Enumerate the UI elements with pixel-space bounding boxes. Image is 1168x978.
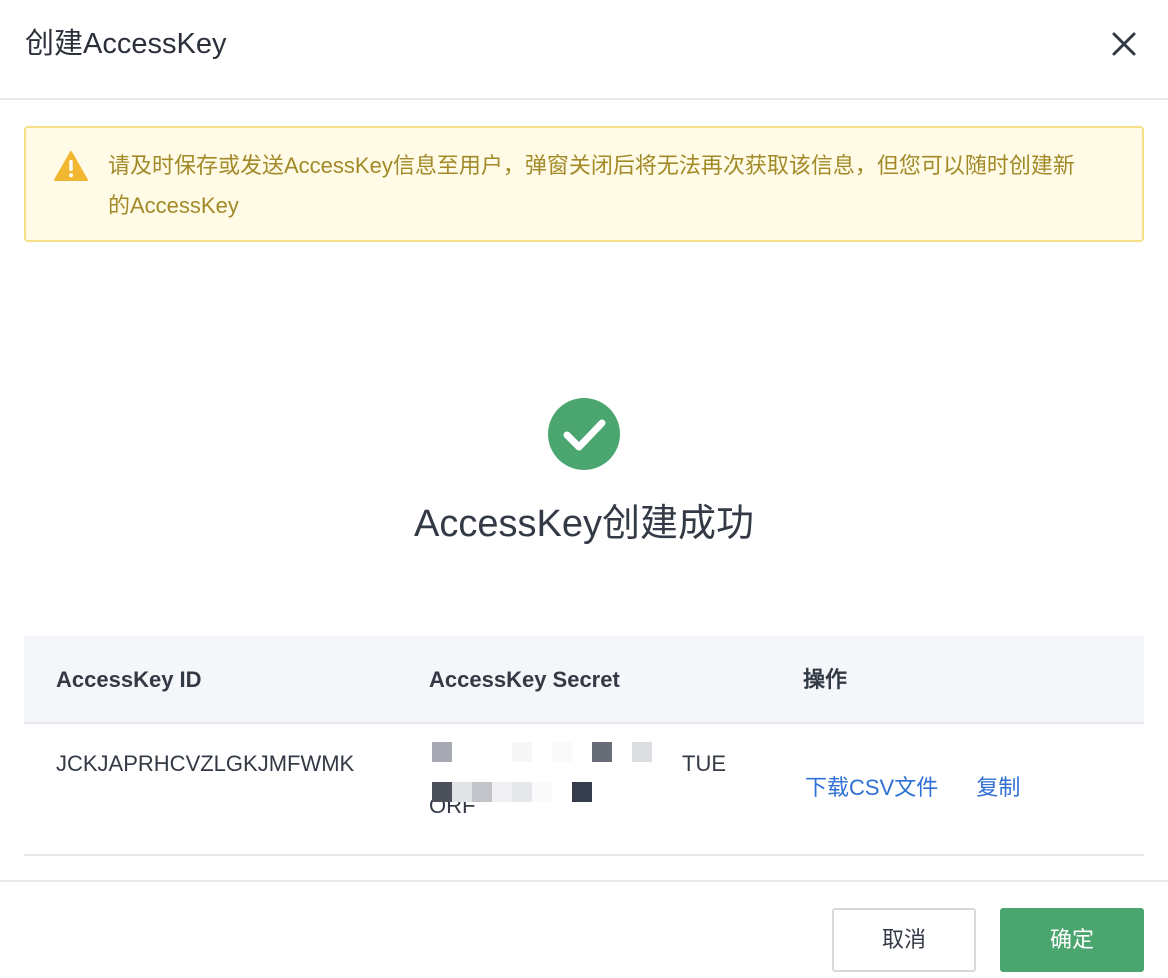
redaction-pixel (592, 742, 612, 762)
dialog-header: 创建AccessKey (0, 0, 1168, 100)
column-header-actions: 操作 (803, 667, 848, 692)
redaction-pixel (552, 742, 572, 762)
create-accesskey-dialog: 创建AccessKey 请及时保存或发送AccessKey信息至用户，弹窗关闭后… (0, 0, 1168, 978)
redaction-pixel (512, 782, 532, 802)
accesskey-secret-value: TUE ORF (429, 742, 729, 834)
redaction-pixel (452, 782, 472, 802)
redaction-pixel (512, 742, 532, 762)
dialog-title: 创建AccessKey (25, 28, 227, 60)
secret-visible-fragment: TUE (682, 751, 726, 776)
table-row: JCKJAPRHCVZLGKJMFWMK TUE ORF 下载CSV文件 复制 (24, 724, 1144, 856)
close-button[interactable] (1106, 26, 1142, 62)
row-actions: 下载CSV文件 复制 (805, 768, 1052, 808)
redaction-pixel (492, 782, 512, 802)
download-csv-link[interactable]: 下载CSV文件 (805, 775, 938, 800)
warning-text: 请及时保存或发送AccessKey信息至用户，弹窗关闭后将无法再次获取该信息，但… (108, 153, 1075, 218)
accesskey-id-value: JCKJAPRHCVZLGKJMFWMK (56, 751, 355, 776)
redaction-pixel (572, 782, 592, 802)
warning-alert: 请及时保存或发送AccessKey信息至用户，弹窗关闭后将无法再次获取该信息，但… (24, 126, 1144, 242)
dialog-footer: 取消 确定 (0, 880, 1168, 978)
redaction-pixel (532, 782, 552, 802)
check-circle-icon (548, 398, 620, 470)
close-icon (1112, 32, 1136, 56)
redaction-pixel (432, 742, 452, 762)
warning-icon (54, 151, 88, 181)
redaction-pixel (632, 742, 652, 762)
confirm-button[interactable]: 确定 (1000, 908, 1144, 972)
column-header-accesskey-id: AccessKey ID (56, 667, 202, 692)
redaction-pixel (432, 782, 452, 802)
table-header: AccessKey ID AccessKey Secret 操作 (24, 636, 1144, 724)
cancel-button[interactable]: 取消 (832, 908, 976, 972)
success-message: AccessKey创建成功 (414, 503, 754, 545)
accesskey-table: AccessKey ID AccessKey Secret 操作 JCKJAPR… (24, 636, 1144, 856)
redaction-pixel (472, 782, 492, 802)
column-header-accesskey-secret: AccessKey Secret (429, 667, 620, 692)
copy-link[interactable]: 复制 (976, 775, 1020, 800)
